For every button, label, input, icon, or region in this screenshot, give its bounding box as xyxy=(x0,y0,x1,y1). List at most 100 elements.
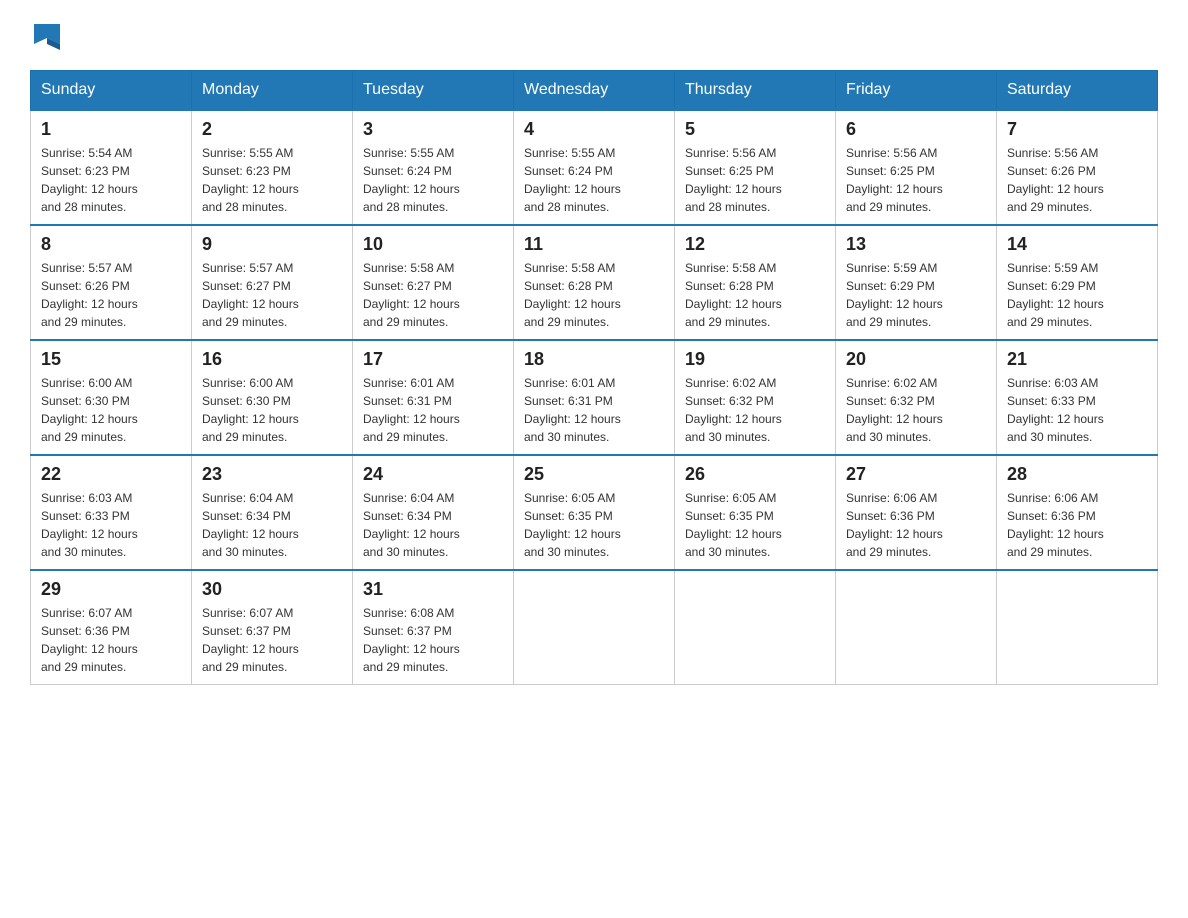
day-info: Sunrise: 5:54 AMSunset: 6:23 PMDaylight:… xyxy=(41,144,181,216)
calendar-day-cell: 21 Sunrise: 6:03 AMSunset: 6:33 PMDaylig… xyxy=(997,340,1158,455)
weekday-header-row: SundayMondayTuesdayWednesdayThursdayFrid… xyxy=(31,71,1158,111)
day-number: 14 xyxy=(1007,234,1147,255)
day-info: Sunrise: 6:02 AMSunset: 6:32 PMDaylight:… xyxy=(846,374,986,446)
day-number: 21 xyxy=(1007,349,1147,370)
day-number: 28 xyxy=(1007,464,1147,485)
calendar-day-cell: 19 Sunrise: 6:02 AMSunset: 6:32 PMDaylig… xyxy=(675,340,836,455)
calendar-day-cell xyxy=(997,570,1158,685)
day-number: 16 xyxy=(202,349,342,370)
day-number: 23 xyxy=(202,464,342,485)
day-info: Sunrise: 5:55 AMSunset: 6:24 PMDaylight:… xyxy=(363,144,503,216)
weekday-header-wednesday: Wednesday xyxy=(514,71,675,111)
day-number: 3 xyxy=(363,119,503,140)
calendar-day-cell: 20 Sunrise: 6:02 AMSunset: 6:32 PMDaylig… xyxy=(836,340,997,455)
calendar-day-cell: 5 Sunrise: 5:56 AMSunset: 6:25 PMDayligh… xyxy=(675,110,836,225)
day-info: Sunrise: 6:06 AMSunset: 6:36 PMDaylight:… xyxy=(846,489,986,561)
calendar-day-cell: 18 Sunrise: 6:01 AMSunset: 6:31 PMDaylig… xyxy=(514,340,675,455)
day-info: Sunrise: 6:03 AMSunset: 6:33 PMDaylight:… xyxy=(1007,374,1147,446)
day-info: Sunrise: 6:03 AMSunset: 6:33 PMDaylight:… xyxy=(41,489,181,561)
day-number: 30 xyxy=(202,579,342,600)
day-info: Sunrise: 5:58 AMSunset: 6:27 PMDaylight:… xyxy=(363,259,503,331)
calendar-day-cell: 28 Sunrise: 6:06 AMSunset: 6:36 PMDaylig… xyxy=(997,455,1158,570)
day-number: 29 xyxy=(41,579,181,600)
day-info: Sunrise: 6:05 AMSunset: 6:35 PMDaylight:… xyxy=(685,489,825,561)
day-number: 4 xyxy=(524,119,664,140)
day-info: Sunrise: 5:56 AMSunset: 6:25 PMDaylight:… xyxy=(846,144,986,216)
weekday-header-tuesday: Tuesday xyxy=(353,71,514,111)
calendar-day-cell: 12 Sunrise: 5:58 AMSunset: 6:28 PMDaylig… xyxy=(675,225,836,340)
calendar-day-cell: 8 Sunrise: 5:57 AMSunset: 6:26 PMDayligh… xyxy=(31,225,192,340)
calendar-day-cell: 25 Sunrise: 6:05 AMSunset: 6:35 PMDaylig… xyxy=(514,455,675,570)
day-info: Sunrise: 5:56 AMSunset: 6:26 PMDaylight:… xyxy=(1007,144,1147,216)
calendar-day-cell: 31 Sunrise: 6:08 AMSunset: 6:37 PMDaylig… xyxy=(353,570,514,685)
calendar-week-row: 29 Sunrise: 6:07 AMSunset: 6:36 PMDaylig… xyxy=(31,570,1158,685)
day-info: Sunrise: 5:55 AMSunset: 6:24 PMDaylight:… xyxy=(524,144,664,216)
calendar-day-cell: 15 Sunrise: 6:00 AMSunset: 6:30 PMDaylig… xyxy=(31,340,192,455)
day-info: Sunrise: 6:00 AMSunset: 6:30 PMDaylight:… xyxy=(202,374,342,446)
day-number: 9 xyxy=(202,234,342,255)
calendar-day-cell: 10 Sunrise: 5:58 AMSunset: 6:27 PMDaylig… xyxy=(353,225,514,340)
day-number: 5 xyxy=(685,119,825,140)
weekday-header-thursday: Thursday xyxy=(675,71,836,111)
day-info: Sunrise: 6:06 AMSunset: 6:36 PMDaylight:… xyxy=(1007,489,1147,561)
page-header xyxy=(30,20,1158,50)
calendar-day-cell: 16 Sunrise: 6:00 AMSunset: 6:30 PMDaylig… xyxy=(192,340,353,455)
day-number: 13 xyxy=(846,234,986,255)
day-info: Sunrise: 6:07 AMSunset: 6:36 PMDaylight:… xyxy=(41,604,181,676)
calendar-day-cell: 6 Sunrise: 5:56 AMSunset: 6:25 PMDayligh… xyxy=(836,110,997,225)
day-number: 31 xyxy=(363,579,503,600)
calendar-day-cell xyxy=(675,570,836,685)
day-info: Sunrise: 5:59 AMSunset: 6:29 PMDaylight:… xyxy=(846,259,986,331)
calendar-week-row: 8 Sunrise: 5:57 AMSunset: 6:26 PMDayligh… xyxy=(31,225,1158,340)
calendar-day-cell: 9 Sunrise: 5:57 AMSunset: 6:27 PMDayligh… xyxy=(192,225,353,340)
day-number: 25 xyxy=(524,464,664,485)
day-number: 12 xyxy=(685,234,825,255)
calendar-table: SundayMondayTuesdayWednesdayThursdayFrid… xyxy=(30,70,1158,685)
day-number: 19 xyxy=(685,349,825,370)
day-info: Sunrise: 6:00 AMSunset: 6:30 PMDaylight:… xyxy=(41,374,181,446)
day-info: Sunrise: 5:57 AMSunset: 6:26 PMDaylight:… xyxy=(41,259,181,331)
weekday-header-monday: Monday xyxy=(192,71,353,111)
day-info: Sunrise: 5:57 AMSunset: 6:27 PMDaylight:… xyxy=(202,259,342,331)
weekday-header-saturday: Saturday xyxy=(997,71,1158,111)
calendar-day-cell xyxy=(514,570,675,685)
calendar-day-cell: 4 Sunrise: 5:55 AMSunset: 6:24 PMDayligh… xyxy=(514,110,675,225)
calendar-day-cell: 7 Sunrise: 5:56 AMSunset: 6:26 PMDayligh… xyxy=(997,110,1158,225)
day-number: 22 xyxy=(41,464,181,485)
day-info: Sunrise: 6:04 AMSunset: 6:34 PMDaylight:… xyxy=(202,489,342,561)
weekday-header-friday: Friday xyxy=(836,71,997,111)
day-number: 7 xyxy=(1007,119,1147,140)
day-number: 15 xyxy=(41,349,181,370)
calendar-day-cell: 13 Sunrise: 5:59 AMSunset: 6:29 PMDaylig… xyxy=(836,225,997,340)
calendar-week-row: 15 Sunrise: 6:00 AMSunset: 6:30 PMDaylig… xyxy=(31,340,1158,455)
day-number: 6 xyxy=(846,119,986,140)
day-number: 1 xyxy=(41,119,181,140)
day-number: 2 xyxy=(202,119,342,140)
day-info: Sunrise: 5:55 AMSunset: 6:23 PMDaylight:… xyxy=(202,144,342,216)
calendar-day-cell: 24 Sunrise: 6:04 AMSunset: 6:34 PMDaylig… xyxy=(353,455,514,570)
calendar-day-cell xyxy=(836,570,997,685)
calendar-day-cell: 17 Sunrise: 6:01 AMSunset: 6:31 PMDaylig… xyxy=(353,340,514,455)
calendar-day-cell: 14 Sunrise: 5:59 AMSunset: 6:29 PMDaylig… xyxy=(997,225,1158,340)
weekday-header-sunday: Sunday xyxy=(31,71,192,111)
calendar-day-cell: 1 Sunrise: 5:54 AMSunset: 6:23 PMDayligh… xyxy=(31,110,192,225)
calendar-day-cell: 22 Sunrise: 6:03 AMSunset: 6:33 PMDaylig… xyxy=(31,455,192,570)
day-number: 11 xyxy=(524,234,664,255)
day-info: Sunrise: 5:56 AMSunset: 6:25 PMDaylight:… xyxy=(685,144,825,216)
calendar-week-row: 1 Sunrise: 5:54 AMSunset: 6:23 PMDayligh… xyxy=(31,110,1158,225)
calendar-day-cell: 11 Sunrise: 5:58 AMSunset: 6:28 PMDaylig… xyxy=(514,225,675,340)
day-info: Sunrise: 6:05 AMSunset: 6:35 PMDaylight:… xyxy=(524,489,664,561)
logo-icon xyxy=(32,20,62,50)
day-number: 18 xyxy=(524,349,664,370)
calendar-day-cell: 30 Sunrise: 6:07 AMSunset: 6:37 PMDaylig… xyxy=(192,570,353,685)
day-info: Sunrise: 5:59 AMSunset: 6:29 PMDaylight:… xyxy=(1007,259,1147,331)
calendar-day-cell: 3 Sunrise: 5:55 AMSunset: 6:24 PMDayligh… xyxy=(353,110,514,225)
calendar-day-cell: 27 Sunrise: 6:06 AMSunset: 6:36 PMDaylig… xyxy=(836,455,997,570)
day-info: Sunrise: 6:04 AMSunset: 6:34 PMDaylight:… xyxy=(363,489,503,561)
calendar-week-row: 22 Sunrise: 6:03 AMSunset: 6:33 PMDaylig… xyxy=(31,455,1158,570)
day-number: 17 xyxy=(363,349,503,370)
logo xyxy=(30,20,62,50)
day-info: Sunrise: 6:02 AMSunset: 6:32 PMDaylight:… xyxy=(685,374,825,446)
day-info: Sunrise: 6:08 AMSunset: 6:37 PMDaylight:… xyxy=(363,604,503,676)
calendar-day-cell: 23 Sunrise: 6:04 AMSunset: 6:34 PMDaylig… xyxy=(192,455,353,570)
